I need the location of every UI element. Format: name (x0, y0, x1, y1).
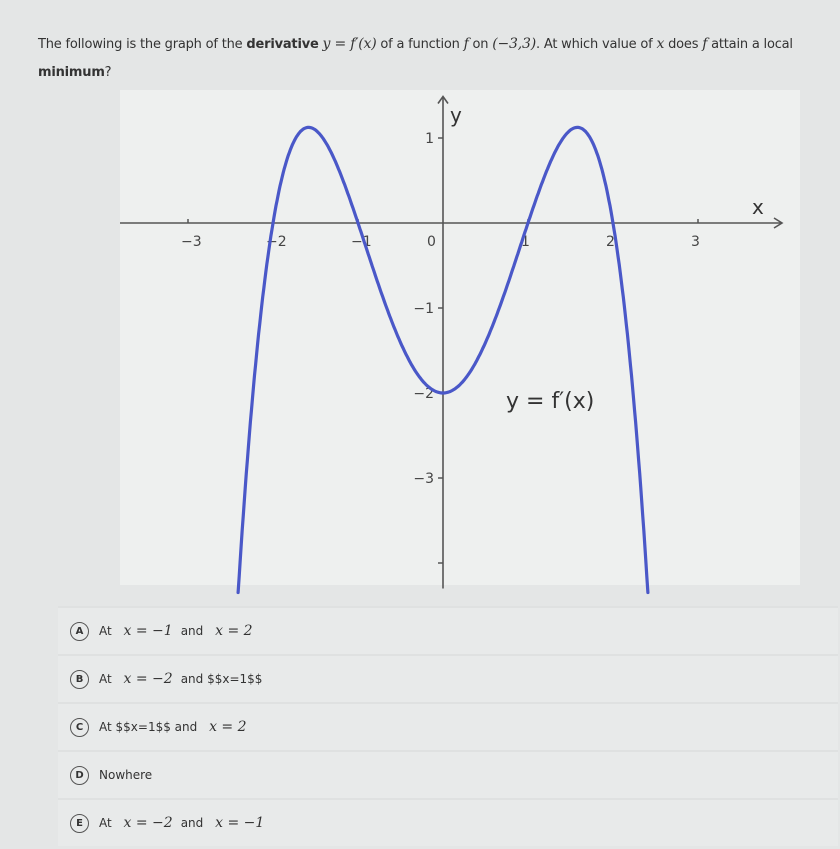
y-tick-label: 1 (425, 131, 434, 147)
option-text: At x = −2 and x = −1 (99, 815, 272, 831)
option-d[interactable]: D Nowhere (58, 750, 838, 798)
option-letter-badge: D (70, 765, 89, 785)
option-math: x = 2 (215, 623, 253, 639)
option-word: At (99, 672, 112, 686)
answer-options: A At x = −1 and x = 2 B At x = −2 and $$x=1$$… (58, 606, 838, 846)
option-math: x = −1 (215, 815, 265, 831)
option-word: and (180, 816, 204, 830)
option-letter-badge: C (70, 717, 89, 737)
option-word: At $$x=1$$ and (99, 720, 198, 734)
x-tick-label: −3 (181, 234, 202, 250)
option-word: and (180, 624, 204, 638)
curve-label: y = f′(x) (506, 389, 594, 414)
option-b[interactable]: B At x = −2 and $$x=1$$ (58, 654, 838, 702)
axes (120, 95, 784, 589)
option-text: At $$x=1$$ and x = 2 (99, 719, 255, 735)
option-text: Nowhere (99, 768, 156, 782)
y-tick-label: −3 (413, 471, 434, 487)
x-axis-label: x (752, 195, 764, 219)
option-word: At (99, 816, 112, 830)
x-tick-label: 0 (427, 234, 436, 250)
option-e[interactable]: E At x = −2 and x = −1 (58, 798, 838, 846)
option-text: At x = −2 and $$x=1$$ (99, 671, 266, 687)
y-axis-label: y (450, 103, 462, 127)
option-letter-badge: A (70, 621, 89, 641)
option-math: x = 2 (209, 719, 247, 735)
y-tick-label: −1 (413, 301, 434, 317)
option-math: x = −2 (123, 671, 173, 687)
option-text: At x = −1 and x = 2 (99, 623, 261, 639)
option-math: x = −2 (123, 815, 173, 831)
option-letter-badge: B (70, 669, 89, 689)
option-math: x = −1 (123, 623, 173, 639)
option-c[interactable]: C At $$x=1$$ and x = 2 (58, 702, 838, 750)
option-word: Nowhere (99, 768, 153, 782)
x-tick-label: 3 (691, 234, 700, 250)
option-word: At (99, 624, 112, 638)
option-a[interactable]: A At x = −1 and x = 2 (58, 606, 838, 654)
option-word: and $$x=1$$ (180, 672, 263, 686)
derivative-graph: −3 −2 −1 0 1 2 31−1−2−3 x y y = f′(x) (120, 95, 784, 595)
option-letter-badge: E (70, 813, 89, 833)
